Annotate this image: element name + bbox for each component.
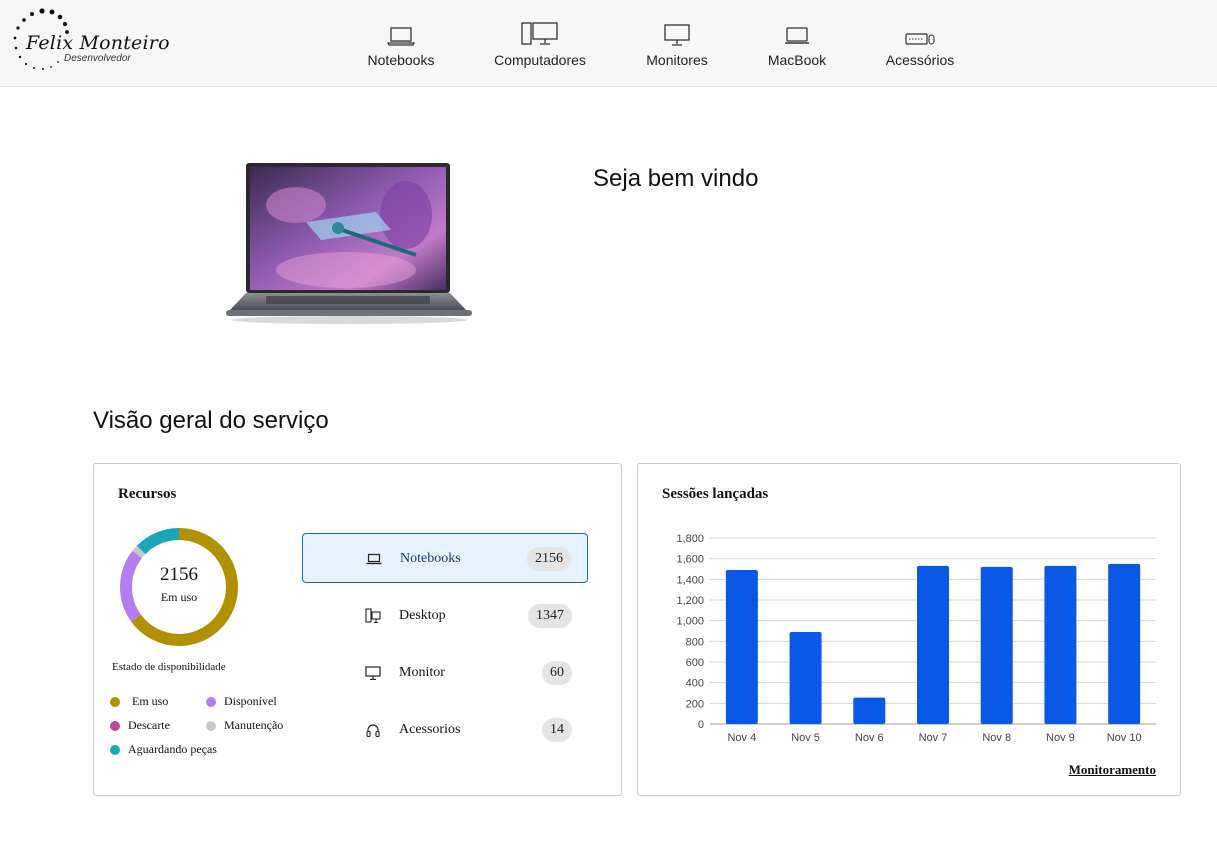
legend-dot	[110, 720, 120, 731]
donut-segment-em-uso	[131, 528, 238, 646]
logo-subtitle: Desenvolvedor	[64, 53, 131, 64]
resource-label: Notebooks	[400, 551, 461, 566]
laptop-product-image	[226, 160, 472, 328]
sessions-title: Sessões lançadas	[662, 486, 769, 502]
desktop-computer-icon	[488, 20, 592, 46]
y-tick-label: 400	[686, 678, 704, 690]
y-tick-label: 1,600	[676, 554, 704, 566]
x-tick-label: Nov 6	[855, 732, 884, 744]
legend-label: Manutenção	[224, 718, 284, 732]
donut-segment-manutenção	[132, 545, 146, 559]
resources-card: Recursos 2156 Em uso Estado de disponibi…	[93, 463, 622, 796]
donut-center-label: Em uso	[160, 590, 198, 604]
nav-label: MacBook	[767, 52, 827, 68]
y-tick-label: 1,000	[676, 616, 704, 628]
resources-title: Recursos	[118, 486, 177, 502]
bar-nov-10[interactable]	[1108, 563, 1141, 724]
headset-icon	[364, 721, 382, 739]
resource-label: Acessorios	[399, 722, 461, 737]
x-tick-label: Nov 9	[1046, 732, 1075, 744]
logo[interactable]: Felix Monteiro Desenvolvedor	[8, 6, 170, 74]
nav-item-monitores[interactable]: Monitores	[638, 0, 716, 87]
y-tick-label: 1,200	[676, 595, 704, 607]
availability-donut-chart	[120, 528, 238, 646]
resource-count-badge: 60	[542, 661, 572, 685]
macbook-icon	[760, 20, 834, 46]
nav-label: Computadores	[494, 52, 586, 68]
legend-label: Descarte	[128, 718, 170, 732]
nav-item-acessorios[interactable]: Acessórios	[878, 0, 962, 87]
x-tick-label: Nov 10	[1107, 732, 1142, 744]
y-tick-label: 600	[686, 657, 704, 669]
legend-label: Em uso	[132, 694, 169, 708]
legend-item-disponivel: Disponível	[206, 694, 277, 709]
x-tick-label: Nov 8	[982, 732, 1011, 744]
resource-label: Desktop	[399, 608, 446, 623]
service-overview-title: Visão geral do serviço	[93, 407, 329, 434]
top-navigation-bar: Felix Monteiro Desenvolvedor Notebooks C…	[0, 0, 1217, 87]
donut-segment-aguardando-peças	[136, 528, 180, 555]
legend-item-descarte: Descarte	[110, 718, 170, 733]
bar-nov-8[interactable]	[980, 566, 1013, 724]
y-tick-label: 800	[686, 636, 704, 648]
welcome-heading: Seja bem vindo	[593, 165, 759, 192]
monitor-icon	[638, 20, 716, 46]
resource-row-desktop[interactable]: Desktop 1347	[302, 591, 588, 641]
nav-item-notebooks[interactable]: Notebooks	[360, 0, 442, 87]
bar-nov-9[interactable]	[1044, 565, 1077, 724]
sessions-card: 0 200 400 600 800 1,000 1,200 1,400 1,600 1,800 No…	[637, 463, 1181, 796]
logo-name: Felix Monteiro	[26, 32, 170, 54]
resource-count-badge: 2156	[527, 547, 571, 571]
legend-dot	[206, 720, 216, 731]
resource-row-acessorios[interactable]: Acessorios 14	[302, 705, 588, 755]
nav-item-macbook[interactable]: MacBook	[760, 0, 834, 87]
nav-label: Acessórios	[885, 52, 955, 68]
legend-label: Aguardando peças	[128, 742, 217, 756]
y-tick-label: 200	[686, 698, 704, 710]
resource-count-badge: 1347	[528, 604, 572, 628]
x-tick-label: Nov 4	[727, 732, 756, 744]
monitoramento-link[interactable]: Monitoramento	[1069, 762, 1156, 778]
legend-item-em-uso: Em uso	[110, 694, 168, 709]
legend-dot	[206, 696, 216, 707]
monitor-icon	[364, 664, 382, 682]
resource-label: Monitor	[399, 665, 445, 680]
y-tick-label: 0	[698, 719, 704, 731]
resource-row-monitor[interactable]: Monitor 60	[302, 648, 588, 698]
resource-row-notebooks[interactable]: Notebooks 2156	[302, 533, 588, 583]
x-tick-label: Nov 5	[791, 732, 820, 744]
nav-label: Notebooks	[367, 52, 435, 68]
legend-dot	[110, 696, 120, 707]
nav-label: Monitores	[646, 52, 708, 68]
laptop-icon	[365, 550, 383, 568]
availability-title: Estado de disponibilidade	[112, 661, 226, 673]
y-tick-label: 1,800	[676, 533, 704, 545]
keyboard-mouse-icon	[878, 20, 962, 46]
bar-nov-5[interactable]	[789, 632, 822, 724]
desktop-icon	[364, 607, 382, 625]
y-tick-label: 1,400	[676, 574, 704, 586]
sessions-bar-chart: 0 200 400 600 800 1,000 1,200 1,400 1,600 1,800 No…	[676, 533, 1156, 744]
donut-center-value: 2156	[160, 564, 198, 585]
x-tick-label: Nov 7	[919, 732, 948, 744]
nav-item-computadores[interactable]: Computadores	[488, 0, 592, 87]
bar-nov-4[interactable]	[725, 570, 758, 724]
legend-dot	[110, 744, 120, 755]
resource-count-badge: 14	[542, 718, 572, 742]
bar-nov-6[interactable]	[853, 697, 886, 724]
bar-nov-7[interactable]	[917, 565, 949, 724]
legend-item-manutencao: Manutenção	[206, 718, 283, 733]
legend-item-aguardando-pecas: Aguardando peças	[110, 742, 217, 757]
laptop-icon	[360, 20, 442, 46]
legend-label: Disponível	[224, 694, 277, 708]
